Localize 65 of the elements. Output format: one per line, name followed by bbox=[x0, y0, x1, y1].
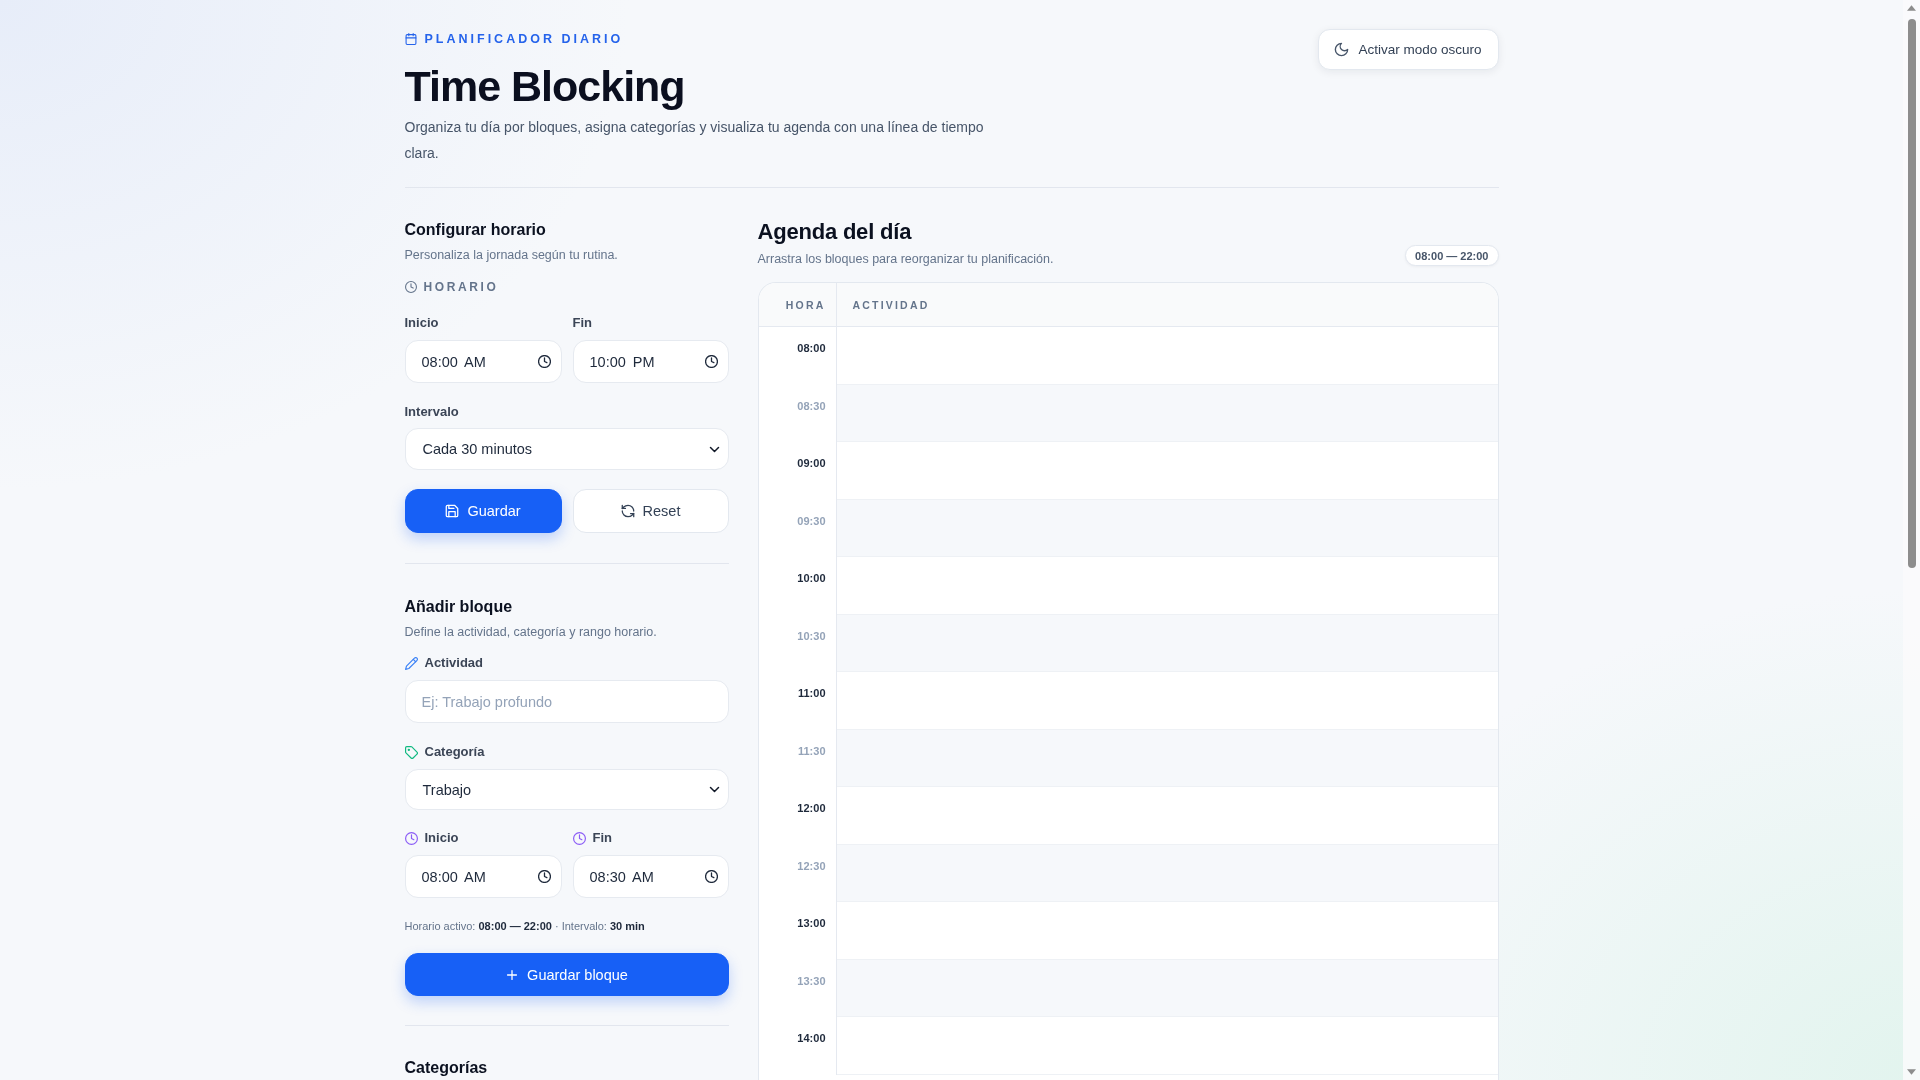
tag-icon bbox=[404, 745, 418, 759]
field-label: Fin bbox=[592, 830, 612, 846]
panel-title: Categorías bbox=[404, 1058, 489, 1078]
calendar-icon bbox=[404, 33, 417, 45]
clock-icon bbox=[537, 355, 551, 368]
clock-icon bbox=[537, 870, 551, 883]
time-label: 12:00 bbox=[797, 801, 826, 815]
time-label: 11:00 bbox=[797, 686, 826, 700]
panel-title: Añadir bloque bbox=[404, 597, 514, 617]
time-label: 08:00 bbox=[797, 341, 826, 355]
time-label: 10:30 bbox=[797, 628, 826, 643]
field-label: Fin bbox=[572, 315, 593, 331]
page-subtitle: Organiza tu día por bloques, asigna categorías y visualiza tu agenda con una línea de tiempo clara. bbox=[404, 118, 985, 163]
clock-icon bbox=[572, 831, 586, 845]
start-time-field[interactable]: 08:00 AM bbox=[404, 855, 562, 898]
clock-icon bbox=[404, 831, 418, 845]
time-label: 11:30 bbox=[797, 743, 826, 758]
clock-icon bbox=[704, 870, 718, 883]
section-label: HORARIO bbox=[423, 280, 499, 294]
end-time-field[interactable]: 10:00 PM bbox=[572, 340, 729, 383]
clock-icon bbox=[704, 355, 718, 368]
field-label: Intervalo bbox=[404, 404, 460, 420]
moon-icon bbox=[1334, 42, 1350, 57]
time-label: 09:30 bbox=[797, 513, 826, 528]
time-label: 13:30 bbox=[797, 973, 826, 988]
time-label: 14:00 bbox=[797, 1031, 826, 1045]
schedule-summary: Horario activo: 08:00 — 22:00 · Intervalo: 30 min bbox=[404, 919, 646, 933]
start-time-field[interactable]: 08:00 AM bbox=[404, 340, 562, 383]
save-block-button[interactable]: Guardar bloque bbox=[404, 953, 729, 996]
scroll-down-icon[interactable] bbox=[1907, 1069, 1916, 1075]
time-label: 10:00 bbox=[797, 571, 826, 585]
time-label: 08:30 bbox=[797, 398, 826, 413]
chevron-down-icon bbox=[708, 784, 720, 795]
scrollbar[interactable] bbox=[1903, 0, 1920, 1080]
scroll-up-icon[interactable] bbox=[1907, 5, 1916, 11]
agenda-title: Agenda del día bbox=[757, 219, 913, 245]
column-header: HORA bbox=[785, 297, 826, 312]
panel-subtitle: Define la actividad, categoría y rango horario. bbox=[404, 624, 658, 640]
field-label: Inicio bbox=[424, 830, 459, 846]
plus-icon bbox=[505, 967, 520, 982]
field-label: Actividad bbox=[424, 655, 483, 671]
panel-title: Configurar horario bbox=[404, 220, 547, 240]
page-title: Time Blocking bbox=[404, 62, 686, 110]
panel-subtitle: Personaliza la jornada según tu rutina. bbox=[404, 247, 619, 263]
end-time-field[interactable]: 08:30 AM bbox=[572, 855, 729, 898]
column-header: ACTIVIDAD bbox=[852, 297, 930, 312]
clock-icon bbox=[404, 281, 417, 293]
agenda-subtitle: Arrastra los bloques para reorganizar tu planificación. bbox=[757, 251, 1054, 267]
reset-button[interactable]: Reset bbox=[572, 489, 729, 533]
refresh-icon bbox=[620, 504, 635, 518]
activity-input[interactable]: Ej: Trabajo profundo bbox=[404, 680, 729, 723]
page-eyebrow: PLANIFICADOR DIARIO bbox=[424, 32, 624, 46]
time-label: 12:30 bbox=[797, 858, 826, 873]
scrollbar-thumb[interactable] bbox=[1907, 19, 1916, 568]
time-range-badge: 08:00 — 22:00 bbox=[1405, 245, 1499, 266]
field-label: Categoría bbox=[424, 744, 485, 760]
dark-mode-button[interactable]: Activar modo oscuro bbox=[1318, 29, 1499, 70]
time-label: 09:00 bbox=[797, 456, 826, 470]
save-icon bbox=[445, 504, 460, 518]
interval-select[interactable]: Cada 30 minutos bbox=[404, 428, 729, 470]
time-label: 13:00 bbox=[797, 916, 826, 930]
pencil-icon bbox=[404, 656, 418, 670]
field-label: Inicio bbox=[404, 315, 440, 331]
save-button[interactable]: Guardar bbox=[404, 489, 562, 533]
category-select[interactable]: Trabajo bbox=[404, 769, 729, 810]
